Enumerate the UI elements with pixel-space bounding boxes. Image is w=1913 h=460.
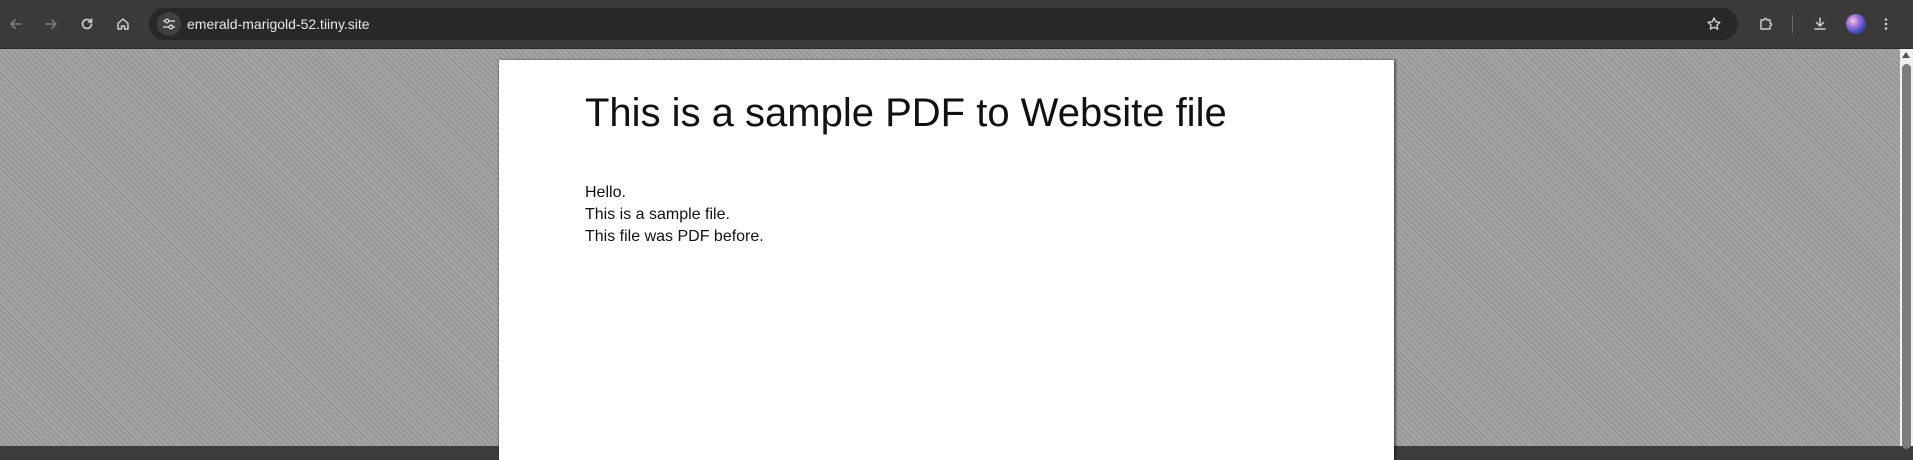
puzzle-icon: [1760, 17, 1773, 30]
arrow-right-icon: [45, 19, 57, 29]
document-line: This file was PDF before.: [585, 228, 764, 245]
url-text[interactable]: emerald-marigold-52.tiiny.site: [187, 16, 370, 32]
forward-button[interactable]: [39, 12, 63, 36]
home-icon: [117, 18, 129, 30]
avatar[interactable]: [1846, 14, 1866, 34]
site-info-button[interactable]: [157, 12, 181, 36]
arrow-left-icon: [10, 19, 22, 29]
document-line: Hello.: [585, 184, 626, 201]
document-title: This is a sample PDF to Website file: [585, 91, 1227, 135]
browser-toolbar: emerald-marigold-52.tiiny.site: [0, 0, 1913, 49]
extensions-button[interactable]: [1754, 12, 1778, 36]
scrollbar-thumb[interactable]: [1902, 64, 1911, 449]
home-button[interactable]: [111, 12, 135, 36]
reload-button[interactable]: [75, 12, 99, 36]
star-icon: [1707, 17, 1721, 30]
scroll-up-arrow-icon[interactable]: [1902, 52, 1910, 58]
document-viewport: This is a sample PDF to Website file Hel…: [0, 49, 1900, 460]
vertical-scrollbar[interactable]: [1900, 49, 1913, 449]
back-button[interactable]: [4, 12, 28, 36]
reload-icon: [81, 18, 93, 30]
download-icon: [1814, 17, 1826, 30]
downloads-button[interactable]: [1808, 12, 1832, 36]
kebab-menu-icon: [1884, 18, 1888, 30]
address-bar[interactable]: emerald-marigold-52.tiiny.site: [149, 8, 1738, 40]
tune-icon: [163, 18, 175, 30]
menu-button[interactable]: [1874, 12, 1898, 36]
document-line: This is a sample file.: [585, 206, 730, 223]
document-page: This is a sample PDF to Website file Hel…: [499, 60, 1394, 460]
toolbar-divider: [1792, 15, 1793, 33]
bookmark-button[interactable]: [1702, 12, 1726, 36]
